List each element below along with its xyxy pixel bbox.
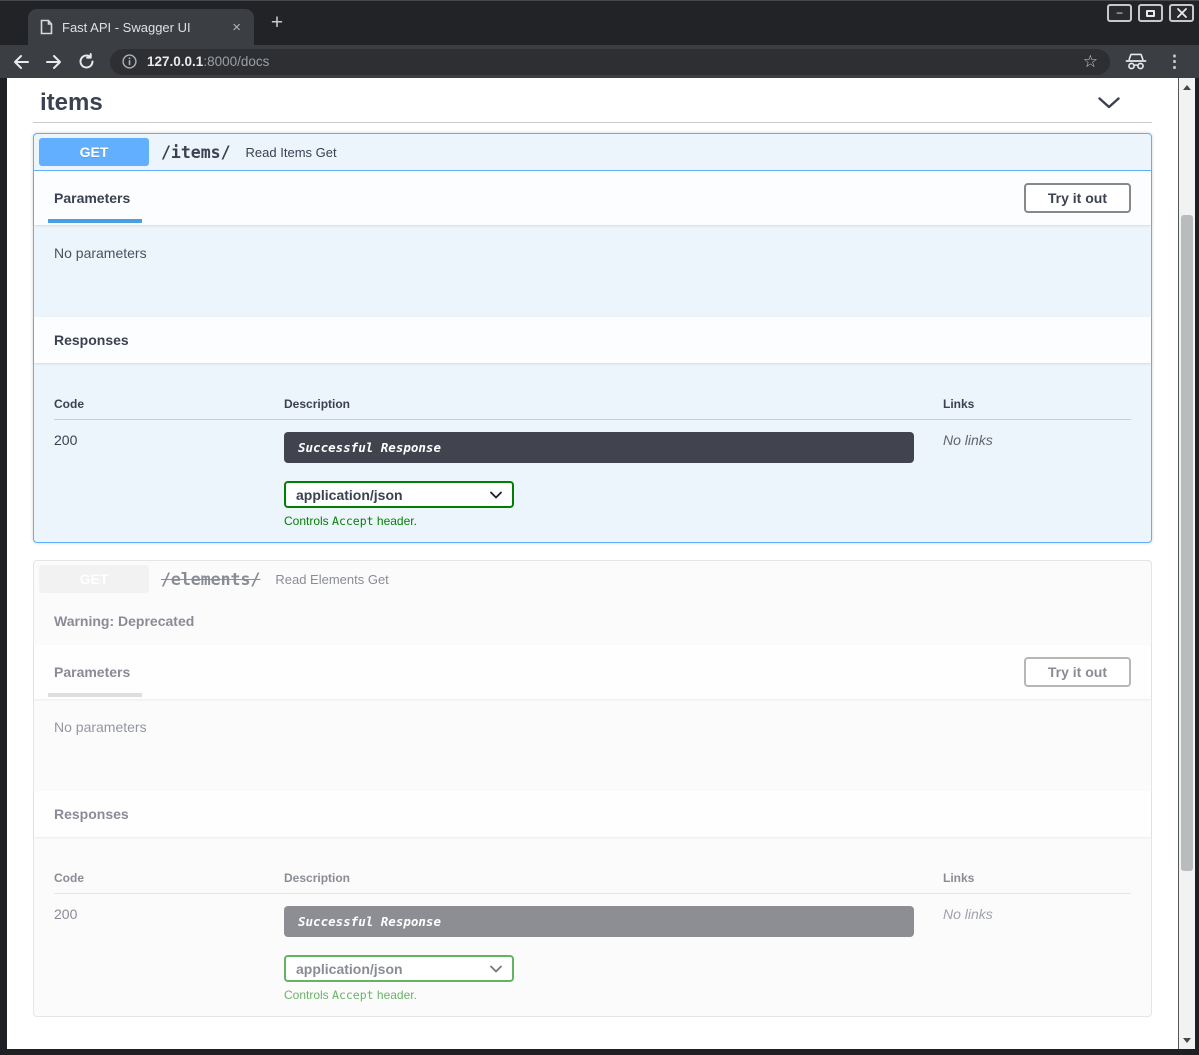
media-type-value: application/json <box>296 961 403 977</box>
tag-section-items[interactable]: items <box>33 78 1152 123</box>
response-code: 200 <box>54 906 284 1002</box>
scrollbar-thumb[interactable] <box>1181 215 1193 871</box>
no-parameters-text: No parameters <box>54 719 147 735</box>
response-code: 200 <box>54 432 284 528</box>
browser-menu-button[interactable]: ⋮ <box>1162 52 1187 72</box>
minimize-button[interactable]: − <box>1107 4 1132 22</box>
window-frame-bottom <box>0 1049 1199 1055</box>
code-column-header: Code <box>54 397 284 411</box>
site-info-icon[interactable] <box>122 54 137 69</box>
responses-header: Responses <box>34 317 1151 363</box>
parameters-tab: Parameters <box>54 664 130 680</box>
response-row-200: 200 Successful Response application/json… <box>54 894 1131 1002</box>
parameters-body: No parameters <box>34 699 1151 791</box>
opblock-summary[interactable]: GET /items/ Read Items Get <box>34 134 1151 171</box>
method-badge-get: GET <box>39 565 149 593</box>
swagger-page: items GET /items/ Read Items Get Paramet… <box>7 78 1178 1049</box>
try-it-out-button[interactable]: Try it out <box>1024 657 1131 687</box>
browser-window: Fast API - Swagger UI × + − 127.0.0.1:80… <box>0 0 1199 1055</box>
address-bar[interactable]: 127.0.0.1:8000/docs ☆ <box>110 49 1110 75</box>
page-document-icon <box>40 19 53 35</box>
select-chevron-icon <box>490 965 502 973</box>
responses-body: Code Description Links 200 Successful Re… <box>34 363 1151 542</box>
response-description-box: Successful Response <box>284 906 914 937</box>
browser-tab[interactable]: Fast API - Swagger UI × <box>28 9 254 45</box>
response-description-box: Successful Response <box>284 432 914 463</box>
browser-titlebar: Fast API - Swagger UI × + − <box>0 0 1199 45</box>
media-type-value: application/json <box>296 487 403 503</box>
tab-title: Fast API - Swagger UI <box>62 20 220 35</box>
url-text[interactable]: 127.0.0.1:8000/docs <box>147 54 269 69</box>
tag-title: items <box>40 89 103 117</box>
response-links: No links <box>943 432 1131 528</box>
response-description-cell: Successful Response application/json Con… <box>284 906 943 1002</box>
responses-table-header: Code Description Links <box>54 851 1131 894</box>
back-button[interactable] <box>12 54 30 70</box>
active-tab-underline <box>48 693 142 697</box>
links-column-header: Links <box>943 397 1131 411</box>
method-badge-get: GET <box>39 138 149 166</box>
accept-code: Accept <box>332 988 374 1002</box>
response-description-cell: Successful Response application/json Con… <box>284 432 943 528</box>
links-column-header: Links <box>943 871 1131 885</box>
media-type-select[interactable]: application/json <box>284 955 514 982</box>
active-tab-underline <box>48 219 142 223</box>
no-parameters-text: No parameters <box>54 245 147 261</box>
code-column-header: Code <box>54 871 284 885</box>
parameters-header: Parameters Try it out <box>34 645 1151 699</box>
bookmark-star-icon[interactable]: ☆ <box>1083 53 1098 70</box>
accept-header-note: Controls Accept header. <box>284 988 943 1002</box>
select-chevron-icon <box>490 491 502 499</box>
responses-table-header: Code Description Links <box>54 377 1131 420</box>
accept-code: Accept <box>332 514 374 528</box>
accept-header-note: Controls Accept header. <box>284 514 943 528</box>
browser-viewport: items GET /items/ Read Items Get Paramet… <box>0 78 1199 1049</box>
description-column-header: Description <box>284 871 943 885</box>
close-window-button[interactable] <box>1169 4 1194 22</box>
opblock-get-elements-deprecated: GET /elements/ Read Elements Get Warning… <box>33 560 1152 1017</box>
chevron-down-icon[interactable] <box>1098 97 1144 109</box>
operation-summary-text: Read Elements Get <box>275 572 388 587</box>
response-row-200: 200 Successful Response application/json… <box>54 420 1131 528</box>
maximize-button[interactable] <box>1138 4 1163 22</box>
close-icon <box>1177 8 1187 18</box>
parameters-header: Parameters Try it out <box>34 171 1151 225</box>
reload-button[interactable] <box>78 53 95 70</box>
parameters-tab: Parameters <box>54 190 130 206</box>
description-column-header: Description <box>284 397 943 411</box>
responses-body: Code Description Links 200 Successful Re… <box>34 837 1151 1016</box>
responses-header: Responses <box>34 791 1151 837</box>
parameters-body: No parameters <box>34 225 1151 317</box>
media-type-select[interactable]: application/json <box>284 481 514 508</box>
new-tab-button[interactable]: + <box>264 10 290 36</box>
browser-toolbar: 127.0.0.1:8000/docs ☆ ⋮ <box>0 45 1199 78</box>
try-it-out-button[interactable]: Try it out <box>1024 183 1131 213</box>
incognito-icon <box>1125 53 1147 71</box>
forward-button[interactable] <box>45 54 63 70</box>
operation-summary-text: Read Items Get <box>246 145 337 160</box>
maximize-icon <box>1146 10 1155 17</box>
scrollbar-up-arrow[interactable] <box>1179 80 1195 94</box>
deprecated-warning: Warning: Deprecated <box>34 598 1151 645</box>
opblock-summary[interactable]: GET /elements/ Read Elements Get <box>34 561 1151 598</box>
window-controls: − <box>1107 4 1194 22</box>
page-scrollbar[interactable] <box>1178 78 1195 1049</box>
operation-path: /items/ <box>161 143 231 162</box>
scrollbar-down-arrow[interactable] <box>1179 1033 1195 1047</box>
responses-title: Responses <box>54 332 129 348</box>
responses-title: Responses <box>54 806 129 822</box>
url-path: :8000/docs <box>203 54 269 69</box>
operation-path-deprecated: /elements/ <box>161 570 260 589</box>
response-links: No links <box>943 906 1131 1002</box>
url-host: 127.0.0.1 <box>147 54 203 69</box>
opblock-get-items: GET /items/ Read Items Get Parameters Tr… <box>33 133 1152 543</box>
tab-close-icon[interactable]: × <box>229 19 244 36</box>
